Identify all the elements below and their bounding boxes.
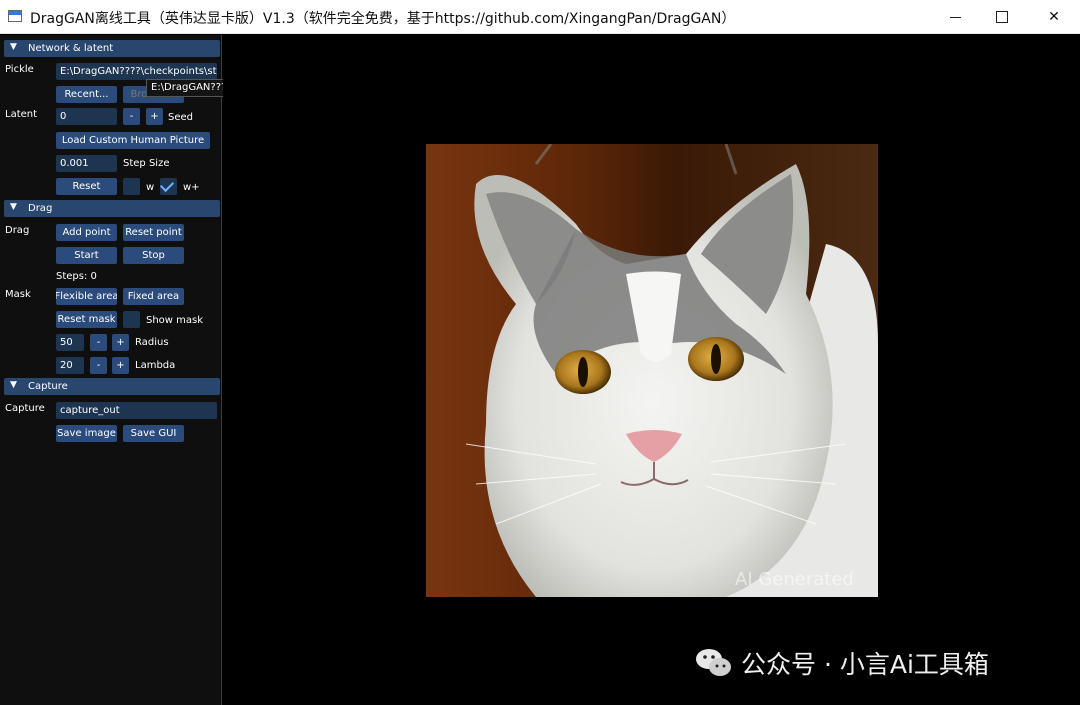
maximize-icon: [996, 11, 1008, 23]
lambda-input[interactable]: 20: [56, 357, 84, 374]
seed-input[interactable]: 0: [56, 108, 117, 125]
flexible-area-button[interactable]: Flexible area: [56, 288, 117, 305]
title-bar: DragGAN离线工具（英伟达显卡版）V1.3（软件完全免费，基于https:/…: [0, 0, 1080, 34]
wplus-label: w+: [183, 182, 200, 193]
show-mask-checkbox[interactable]: [123, 311, 140, 328]
radius-input[interactable]: 50: [56, 334, 84, 351]
cat-illustration: [465, 144, 878, 597]
close-icon: ✕: [1048, 9, 1060, 25]
save-image-button[interactable]: Save image: [56, 425, 117, 442]
lambda-decrement-button[interactable]: -: [90, 357, 107, 374]
stop-button[interactable]: Stop: [123, 247, 184, 264]
add-point-button[interactable]: Add point: [56, 224, 117, 241]
section-header-capture[interactable]: ▼ Capture: [4, 378, 220, 395]
pickle-label: Pickle: [5, 64, 34, 75]
collapse-triangle-icon: ▼: [10, 202, 17, 212]
mask-label: Mask: [5, 289, 31, 300]
save-gui-button[interactable]: Save GUI: [123, 425, 184, 442]
ai-generated-label: AI Generated: [735, 569, 854, 590]
load-custom-picture-button[interactable]: Load Custom Human Picture: [56, 132, 210, 149]
wechat-watermark: 公众号 · 小言Ai工具箱: [695, 645, 989, 681]
control-panel: ▼ Network & latent Pickle E:\DragGAN????…: [0, 35, 222, 705]
section-title: Capture: [28, 381, 68, 392]
close-button[interactable]: ✕: [1031, 0, 1077, 34]
lambda-label: Lambda: [135, 360, 176, 371]
w-checkbox[interactable]: [123, 178, 140, 195]
collapse-triangle-icon: ▼: [10, 42, 17, 52]
recent-button[interactable]: Recent...: [56, 86, 117, 103]
start-button[interactable]: Start: [56, 247, 117, 264]
window-title: DragGAN离线工具（英伟达显卡版）V1.3（软件完全免费，基于https:/…: [30, 11, 736, 27]
section-header-drag[interactable]: ▼ Drag: [4, 200, 220, 217]
w-label: w: [146, 182, 155, 193]
show-mask-label: Show mask: [146, 315, 204, 326]
collapse-triangle-icon: ▼: [10, 380, 17, 390]
section-title: Drag: [28, 203, 53, 214]
capture-label: Capture: [5, 403, 45, 414]
steps-counter: Steps: 0: [56, 271, 97, 282]
minimize-button[interactable]: [932, 0, 978, 34]
generated-image[interactable]: [426, 144, 878, 597]
seed-decrement-button[interactable]: -: [123, 108, 140, 125]
reset-mask-button[interactable]: Reset mask: [56, 311, 117, 328]
section-header-network[interactable]: ▼ Network & latent: [4, 40, 220, 57]
check-icon: [159, 177, 175, 193]
pickle-path-field[interactable]: E:\DragGAN????\checkpoints\stylegan2-afh…: [56, 63, 217, 80]
radius-increment-button[interactable]: +: [112, 334, 129, 351]
reset-point-button[interactable]: Reset point: [123, 224, 184, 241]
maximize-button[interactable]: [979, 0, 1025, 34]
app-icon: [8, 10, 22, 22]
step-size-input[interactable]: 0.001: [56, 155, 117, 172]
fixed-area-button[interactable]: Fixed area: [123, 288, 184, 305]
wplus-checkbox[interactable]: [159, 177, 177, 195]
reset-button[interactable]: Reset: [56, 178, 117, 195]
seed-increment-button[interactable]: +: [146, 108, 163, 125]
minimize-icon: [949, 16, 961, 18]
section-title: Network & latent: [28, 43, 114, 54]
step-size-label: Step Size: [123, 158, 170, 169]
radius-label: Radius: [135, 337, 169, 348]
seed-label: Seed: [168, 112, 193, 123]
capture-name-input[interactable]: capture_out: [56, 402, 217, 419]
latent-label: Latent: [5, 109, 38, 120]
lambda-increment-button[interactable]: +: [112, 357, 129, 374]
radius-decrement-button[interactable]: -: [90, 334, 107, 351]
wechat-icon: [696, 649, 731, 676]
watermark-text: 公众号 · 小言Ai工具箱: [741, 650, 989, 679]
drag-label: Drag: [5, 225, 30, 236]
